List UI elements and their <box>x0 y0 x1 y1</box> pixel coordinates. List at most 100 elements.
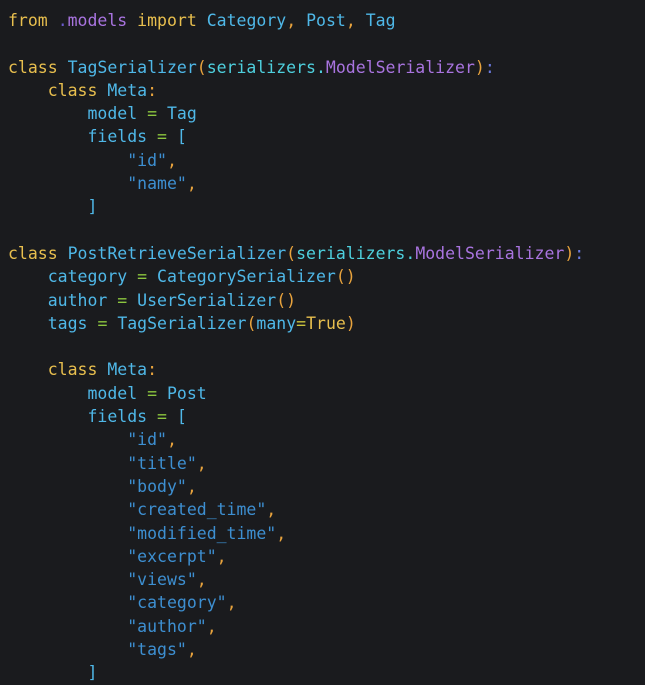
code-token-name: Post <box>166 383 207 403</box>
code-line[interactable]: author = UserSerializer() <box>8 289 645 312</box>
code-editor[interactable]: from .models import Category, Post, Tag … <box>0 0 645 685</box>
code-token-punct: , <box>186 476 197 496</box>
code-token-punct: , <box>276 523 287 543</box>
code-line[interactable]: model = Post <box>8 382 645 405</box>
code-token-punct: : <box>147 360 158 380</box>
code-line-blank[interactable] <box>8 335 645 358</box>
code-token-str: "id" <box>127 150 167 170</box>
code-line[interactable]: category = CategorySerializer() <box>8 265 645 288</box>
code-token-punct: () <box>276 290 297 310</box>
code-token-str: "excerpt" <box>127 546 217 566</box>
code-line[interactable]: "name", <box>8 172 645 195</box>
code-line[interactable]: "modified_time", <box>8 522 645 545</box>
code-line[interactable]: class Meta: <box>8 358 645 381</box>
code-line-blank[interactable] <box>8 219 645 242</box>
code-line[interactable]: "tags", <box>8 638 645 661</box>
code-token-punct: , <box>186 640 197 660</box>
code-token-op: = <box>117 290 128 310</box>
code-token-punct: , <box>166 150 177 170</box>
code-line[interactable]: tags = TagSerializer(many=True) <box>8 312 645 335</box>
code-token-op: = <box>137 267 148 287</box>
code-token-punct: , <box>196 570 207 590</box>
code-line[interactable]: class PostRetrieveSerializer(serializers… <box>8 242 645 265</box>
code-token-str: "tags" <box>127 640 187 660</box>
code-token-punct: , <box>186 174 197 194</box>
code-token-name: TagSerializer <box>117 313 247 333</box>
code-token-colon: : <box>484 57 495 77</box>
code-line[interactable]: "category", <box>8 591 645 614</box>
code-line[interactable]: fields = [ <box>8 125 645 148</box>
code-token-name: Category <box>206 11 287 30</box>
code-token-brk: ] <box>87 197 98 217</box>
code-line[interactable]: ] <box>8 661 645 684</box>
code-token-punct: , <box>166 430 177 450</box>
code-line[interactable]: "id", <box>8 428 645 451</box>
code-token-name: UserSerializer <box>137 290 277 310</box>
code-line[interactable]: ] <box>8 195 645 218</box>
code-token-pkg: serializers <box>296 243 406 263</box>
code-token-cls: TagSerializer <box>67 57 197 77</box>
code-token-str: "id" <box>127 430 167 450</box>
code-token-kw: class <box>47 80 98 100</box>
code-token-op: = <box>157 127 167 147</box>
code-token-op: = <box>147 383 158 403</box>
code-token-str: "created_time" <box>127 500 267 520</box>
code-line[interactable]: model = Tag <box>8 102 645 125</box>
code-line[interactable]: class TagSerializer(serializers.ModelSer… <box>8 56 645 79</box>
code-token-kw: import <box>137 11 197 30</box>
code-line[interactable]: "title", <box>8 452 645 475</box>
code-line[interactable]: "body", <box>8 475 645 498</box>
code-line[interactable]: "created_time", <box>8 498 645 521</box>
code-token-punct: , <box>266 500 277 520</box>
code-line[interactable]: from .models import Category, Post, Tag <box>8 9 645 32</box>
code-line[interactable]: class Meta: <box>8 79 645 102</box>
code-token-str: "body" <box>127 476 187 496</box>
code-token-cls: Meta <box>107 80 148 100</box>
code-token-punct: , <box>286 11 297 30</box>
code-line[interactable]: "id", <box>8 149 645 172</box>
code-token-punct: , <box>226 593 237 613</box>
code-token-punct: ( <box>286 243 297 263</box>
code-line-blank[interactable] <box>8 32 645 55</box>
code-token-name: Post <box>306 11 346 30</box>
code-token-punct: ( <box>246 313 257 333</box>
code-token-punct: : <box>147 80 158 100</box>
code-line[interactable]: "excerpt", <box>8 545 645 568</box>
code-token-name: Tag <box>166 104 197 124</box>
code-token-punct: ( <box>196 57 207 77</box>
code-token-str: "modified_time" <box>127 523 277 543</box>
code-token-brk: [ <box>176 127 187 147</box>
code-token-str: "category" <box>127 593 227 613</box>
code-token-name: fields <box>87 127 148 147</box>
code-line[interactable]: "views", <box>8 568 645 591</box>
code-token-name: many <box>256 313 297 333</box>
code-line[interactable]: "author", <box>8 615 645 638</box>
code-line[interactable]: fields = [ <box>8 405 645 428</box>
